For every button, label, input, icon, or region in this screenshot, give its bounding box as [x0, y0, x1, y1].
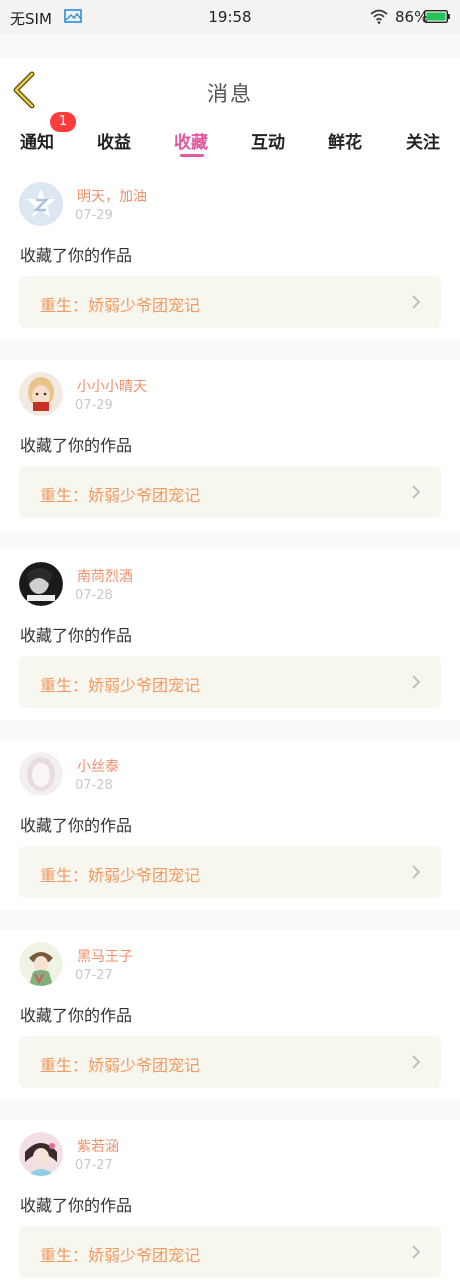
top-strip [0, 34, 460, 58]
notice-badge: 1 [50, 112, 76, 132]
status-bar: 无SIM 19:58 86% [0, 0, 460, 34]
avatar[interactable] [19, 562, 63, 606]
avatar-image [19, 562, 63, 606]
avatar-image [19, 372, 63, 416]
wifi-icon [370, 9, 388, 24]
date: 07-29 [75, 208, 113, 223]
username[interactable]: 明天，加油 [77, 186, 147, 206]
separator [0, 1100, 460, 1120]
page-title: 消息 [207, 82, 253, 106]
avatar[interactable] [19, 1132, 63, 1176]
work-title: 重生：娇弱少爷团宠记 [40, 296, 201, 315]
clock: 19:58 [208, 8, 252, 26]
avatar[interactable] [19, 942, 63, 986]
tab-interaction[interactable]: 互动 [251, 128, 285, 153]
work-link[interactable]: 重生：娇弱少爷团宠记 [19, 1036, 441, 1088]
list-item: 明天，加油 07-29 收藏了你的作品 重生：娇弱少爷团宠记 [0, 170, 460, 340]
action-text: 收藏了你的作品 [20, 1006, 133, 1025]
work-link[interactable]: 重生：娇弱少爷团宠记 [19, 276, 441, 328]
messages-page: 无SIM 19:58 86% 消息 通知 收益 收藏 互动 鲜花 关注 1 明天… [0, 0, 460, 1280]
active-tab-indicator [180, 154, 204, 157]
date: 07-29 [75, 398, 113, 413]
default-avatar-icon [19, 182, 63, 226]
chevron-right-icon [412, 1055, 421, 1069]
list-item: 紫若涵 07-27 收藏了你的作品 重生：娇弱少爷团宠记 [0, 1120, 460, 1280]
chevron-right-icon [412, 1245, 421, 1259]
work-title: 重生：娇弱少爷团宠记 [40, 486, 201, 505]
username[interactable]: 南苘烈酒 [77, 566, 133, 586]
navigation-bar: 消息 [0, 58, 460, 120]
list-item: 小丝泰 07-28 收藏了你的作品 重生：娇弱少爷团宠记 [0, 740, 460, 910]
tab-flowers[interactable]: 鲜花 [328, 128, 362, 153]
list-item: 小小小晴天 07-29 收藏了你的作品 重生：娇弱少爷团宠记 [0, 360, 460, 530]
date: 07-28 [75, 778, 113, 793]
separator [0, 720, 460, 740]
username[interactable]: 小丝泰 [77, 756, 119, 776]
tab-earnings[interactable]: 收益 [97, 128, 131, 153]
username[interactable]: 小小小晴天 [77, 376, 147, 396]
action-text: 收藏了你的作品 [20, 816, 133, 835]
avatar[interactable] [19, 372, 63, 416]
work-link[interactable]: 重生：娇弱少爷团宠记 [19, 656, 441, 708]
avatar-image [19, 752, 63, 796]
work-title: 重生：娇弱少爷团宠记 [40, 866, 201, 885]
separator [0, 530, 460, 550]
date: 07-28 [75, 588, 113, 603]
action-text: 收藏了你的作品 [20, 626, 133, 645]
date: 07-27 [75, 1158, 113, 1173]
action-text: 收藏了你的作品 [20, 1196, 133, 1215]
chevron-right-icon [412, 295, 421, 309]
work-title: 重生：娇弱少爷团宠记 [40, 676, 201, 695]
work-link[interactable]: 重生：娇弱少爷团宠记 [19, 1226, 441, 1278]
work-title: 重生：娇弱少爷团宠记 [40, 1056, 201, 1075]
list-item: 南苘烈酒 07-28 收藏了你的作品 重生：娇弱少爷团宠记 [0, 550, 460, 720]
avatar-image [19, 942, 63, 986]
tab-notice[interactable]: 通知 [20, 128, 54, 153]
avatar[interactable] [19, 752, 63, 796]
username[interactable]: 黑马王子 [77, 946, 133, 966]
work-link[interactable]: 重生：娇弱少爷团宠记 [19, 466, 441, 518]
action-text: 收藏了你的作品 [20, 436, 133, 455]
username[interactable]: 紫若涵 [77, 1136, 119, 1156]
tab-follow[interactable]: 关注 [406, 128, 440, 153]
list-item: 黑马王子 07-27 收藏了你的作品 重生：娇弱少爷团宠记 [0, 930, 460, 1100]
avatar-image [19, 1132, 63, 1176]
avatar[interactable] [19, 182, 63, 226]
action-text: 收藏了你的作品 [20, 246, 133, 265]
tab-favorites[interactable]: 收藏 [174, 128, 208, 153]
chevron-right-icon [412, 865, 421, 879]
chevron-right-icon [412, 675, 421, 689]
chevron-right-icon [412, 485, 421, 499]
separator [0, 340, 460, 360]
battery-icon [424, 10, 450, 23]
date: 07-27 [75, 968, 113, 983]
separator [0, 910, 460, 930]
work-title: 重生：娇弱少爷团宠记 [40, 1246, 201, 1265]
work-link[interactable]: 重生：娇弱少爷团宠记 [19, 846, 441, 898]
